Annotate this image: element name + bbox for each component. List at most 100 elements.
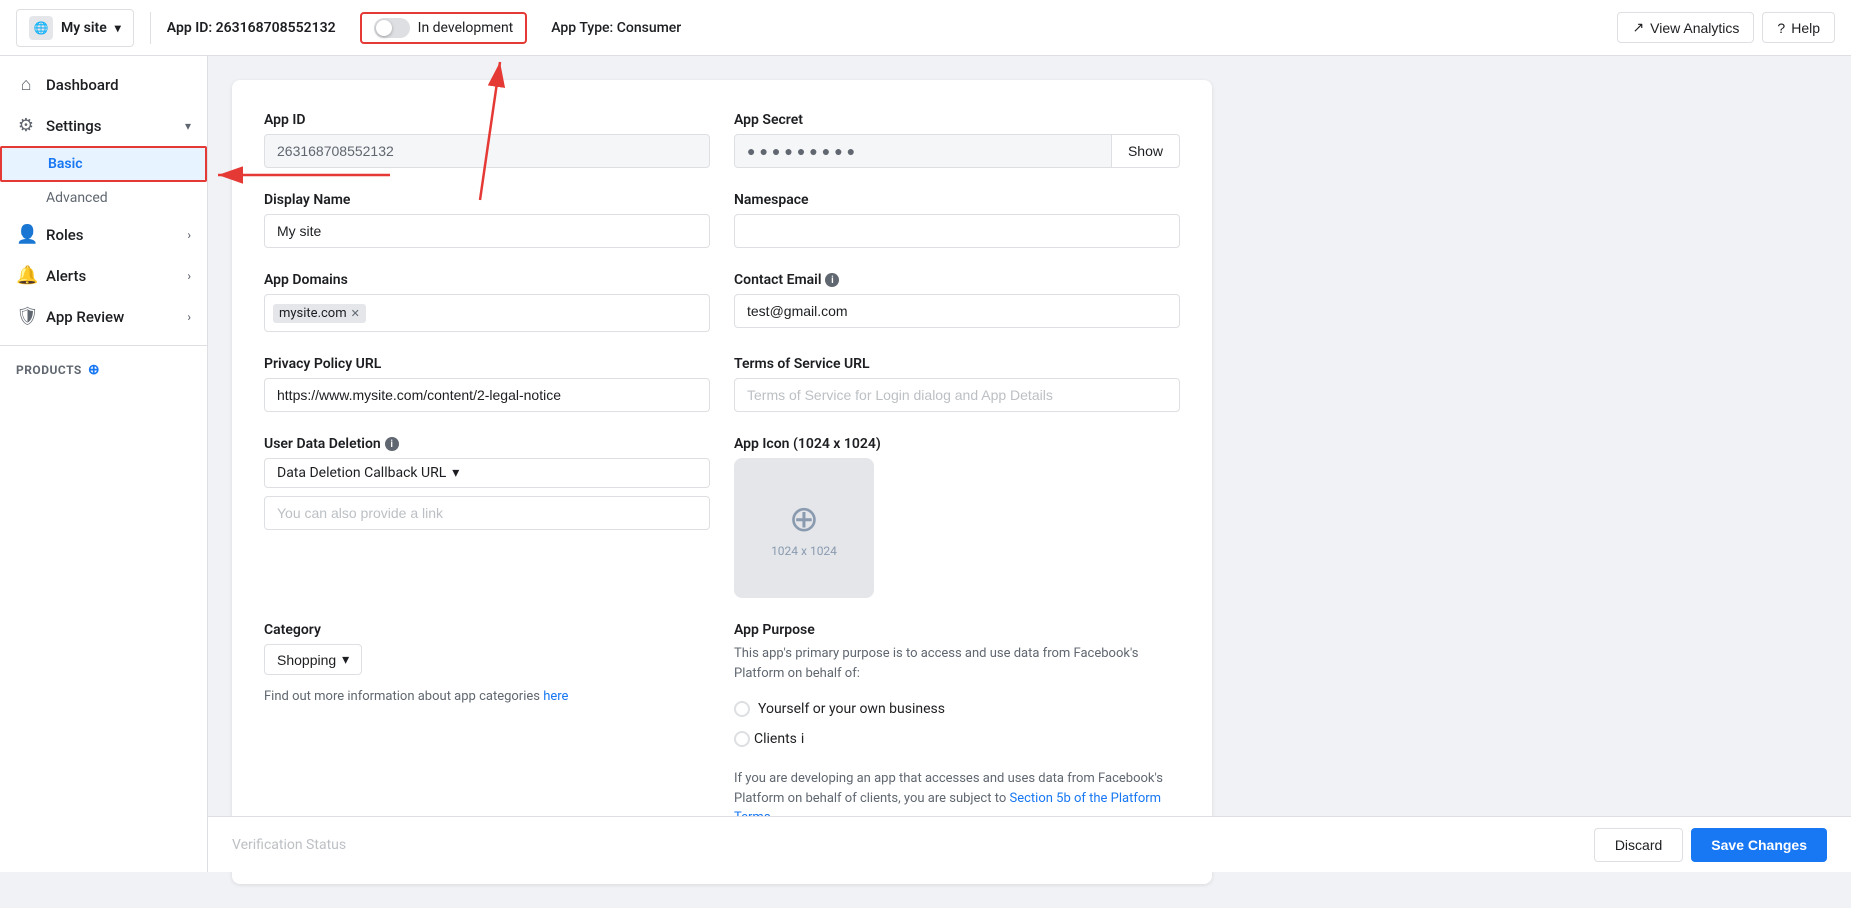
display-name-group: Display Name bbox=[264, 192, 710, 248]
sidebar-item-alerts[interactable]: 🔔 Alerts › bbox=[0, 255, 207, 296]
app-id-group: App ID bbox=[264, 112, 710, 168]
add-product-icon[interactable]: ⊕ bbox=[88, 362, 100, 378]
help-button[interactable]: ? Help bbox=[1762, 12, 1835, 43]
deletion-dropdown-caret: ▾ bbox=[452, 465, 459, 481]
topbar: 🌐 My site ▾ App ID: 263168708552132 In d… bbox=[0, 0, 1851, 56]
contact-email-group: Contact Email i bbox=[734, 272, 1180, 332]
category-dropdown[interactable]: Shopping ▾ bbox=[264, 644, 362, 675]
alerts-icon: 🔔 bbox=[16, 265, 36, 286]
contact-email-field[interactable] bbox=[734, 294, 1180, 328]
display-name-field[interactable] bbox=[264, 214, 710, 248]
development-toggle[interactable] bbox=[374, 18, 410, 38]
site-dropdown-icon: ▾ bbox=[115, 21, 121, 35]
settings-chevron-icon: ▾ bbox=[185, 119, 191, 133]
category-here-link[interactable]: here bbox=[543, 689, 568, 704]
privacy-policy-label: Privacy Policy URL bbox=[264, 356, 710, 372]
site-selector[interactable]: 🌐 My site ▾ bbox=[16, 9, 134, 47]
toggle-knob bbox=[376, 20, 392, 36]
app-review-chevron-icon: › bbox=[187, 310, 191, 324]
sidebar-item-dashboard[interactable]: ⌂ Dashboard bbox=[0, 64, 207, 105]
domain-tag-remove[interactable]: ✕ bbox=[351, 307, 360, 320]
app-review-icon: 🛡 bbox=[16, 306, 36, 327]
app-icon-group: App Icon (1024 x 1024) ⊕ 1024 x 1024 bbox=[734, 436, 1180, 598]
alerts-chevron-icon: › bbox=[187, 269, 191, 283]
bottom-actions: Discard Save Changes bbox=[1594, 828, 1827, 862]
purpose-option-clients[interactable]: Clients i bbox=[734, 731, 1180, 747]
purpose-radio-clients[interactable] bbox=[734, 731, 750, 747]
roles-chevron-icon: › bbox=[187, 228, 191, 242]
app-type-value: Consumer bbox=[617, 20, 682, 36]
app-purpose-desc: This app's primary purpose is to access … bbox=[734, 644, 1180, 683]
topbar-divider bbox=[150, 12, 151, 44]
deletion-link-field[interactable] bbox=[264, 496, 710, 530]
namespace-field[interactable] bbox=[734, 214, 1180, 248]
advanced-label: Advanced bbox=[46, 190, 108, 206]
domain-tag-value: mysite.com bbox=[279, 306, 347, 321]
form-row-5: User Data Deletion i Data Deletion Callb… bbox=[264, 436, 1180, 598]
sidebar-item-label: Roles bbox=[46, 226, 84, 244]
sidebar-item-app-review[interactable]: 🛡 App Review › bbox=[0, 296, 207, 337]
sidebar-item-settings[interactable]: ⚙ Settings ▾ bbox=[0, 105, 207, 146]
sidebar-item-label: Alerts bbox=[46, 267, 86, 285]
sidebar-item-basic[interactable]: Basic bbox=[2, 148, 205, 180]
sidebar-products: PRODUCTS ⊕ bbox=[0, 354, 207, 386]
sidebar-item-label: Settings bbox=[46, 117, 102, 135]
category-label: Category bbox=[264, 622, 710, 638]
deletion-inner: Data Deletion Callback URL ▾ bbox=[264, 458, 710, 530]
app-secret-row: Show bbox=[734, 134, 1180, 168]
sidebar-divider bbox=[0, 345, 207, 346]
analytics-icon: ↗ bbox=[1632, 19, 1644, 36]
app-secret-group: App Secret Show bbox=[734, 112, 1180, 168]
purpose-radio-self[interactable] bbox=[734, 701, 750, 717]
sidebar-item-advanced[interactable]: Advanced bbox=[0, 182, 207, 214]
basic-label: Basic bbox=[48, 156, 83, 172]
app-domains-group: App Domains mysite.com ✕ bbox=[264, 272, 710, 332]
category-more-text: Find out more information about app cate… bbox=[264, 689, 710, 704]
app-secret-label: App Secret bbox=[734, 112, 1180, 128]
app-domains-input[interactable]: mysite.com ✕ bbox=[264, 294, 710, 332]
contact-email-label: Contact Email i bbox=[734, 272, 1180, 288]
view-analytics-button[interactable]: ↗ View Analytics bbox=[1617, 12, 1754, 43]
form-row-6: Category Shopping ▾ Find out more inform… bbox=[264, 622, 1180, 828]
tos-label: Terms of Service URL bbox=[734, 356, 1180, 372]
sidebar: ⌂ Dashboard ⚙ Settings ▾ Basic Advanced … bbox=[0, 56, 208, 872]
purpose-option1-label: Yourself or your own business bbox=[758, 701, 945, 717]
dashboard-icon: ⌂ bbox=[16, 74, 36, 95]
purpose-option-self[interactable]: Yourself or your own business bbox=[734, 701, 1180, 717]
tos-field[interactable] bbox=[734, 378, 1180, 412]
save-changes-button[interactable]: Save Changes bbox=[1691, 828, 1827, 862]
user-data-deletion-group: User Data Deletion i Data Deletion Callb… bbox=[264, 436, 710, 574]
contact-email-info-icon[interactable]: i bbox=[825, 273, 839, 287]
main-content: App ID App Secret Show Display Name Name… bbox=[208, 56, 1851, 908]
app-purpose-label: App Purpose bbox=[734, 622, 1180, 638]
site-icon: 🌐 bbox=[29, 16, 53, 40]
display-name-label: Display Name bbox=[264, 192, 710, 208]
basic-item-wrapper: Basic bbox=[0, 146, 207, 182]
clients-info-icon[interactable]: i bbox=[801, 731, 804, 747]
tos-group: Terms of Service URL bbox=[734, 356, 1180, 412]
category-caret-icon: ▾ bbox=[342, 651, 349, 668]
topbar-app-id: App ID: 263168708552132 bbox=[167, 20, 336, 36]
discard-button[interactable]: Discard bbox=[1594, 828, 1683, 862]
settings-icon: ⚙ bbox=[16, 115, 36, 136]
sidebar-nav: ⌂ Dashboard ⚙ Settings ▾ Basic Advanced … bbox=[0, 56, 207, 394]
topbar-right: ↗ View Analytics ? Help bbox=[1617, 12, 1835, 43]
privacy-policy-field[interactable] bbox=[264, 378, 710, 412]
sidebar-item-roles[interactable]: 👤 Roles › bbox=[0, 214, 207, 255]
sidebar-item-label: Dashboard bbox=[46, 76, 119, 94]
app-icon-upload[interactable]: ⊕ 1024 x 1024 bbox=[734, 458, 874, 598]
deletion-callback-label: Data Deletion Callback URL bbox=[277, 465, 446, 481]
form-row-1: App ID App Secret Show bbox=[264, 112, 1180, 168]
deletion-info-icon[interactable]: i bbox=[385, 437, 399, 451]
app-domains-label: App Domains bbox=[264, 272, 710, 288]
category-value: Shopping bbox=[277, 652, 336, 668]
sidebar-item-label: App Review bbox=[46, 308, 124, 326]
app-type: App Type: Consumer bbox=[551, 20, 681, 36]
app-icon-label: App Icon (1024 x 1024) bbox=[734, 436, 1180, 452]
deletion-dropdown[interactable]: Data Deletion Callback URL ▾ bbox=[264, 458, 710, 488]
category-group: Category Shopping ▾ Find out more inform… bbox=[264, 622, 710, 804]
roles-icon: 👤 bbox=[16, 224, 36, 245]
app-purpose-group: App Purpose This app's primary purpose i… bbox=[734, 622, 1180, 828]
app-icon-size: 1024 x 1024 bbox=[771, 544, 837, 558]
show-secret-button[interactable]: Show bbox=[1112, 134, 1180, 168]
